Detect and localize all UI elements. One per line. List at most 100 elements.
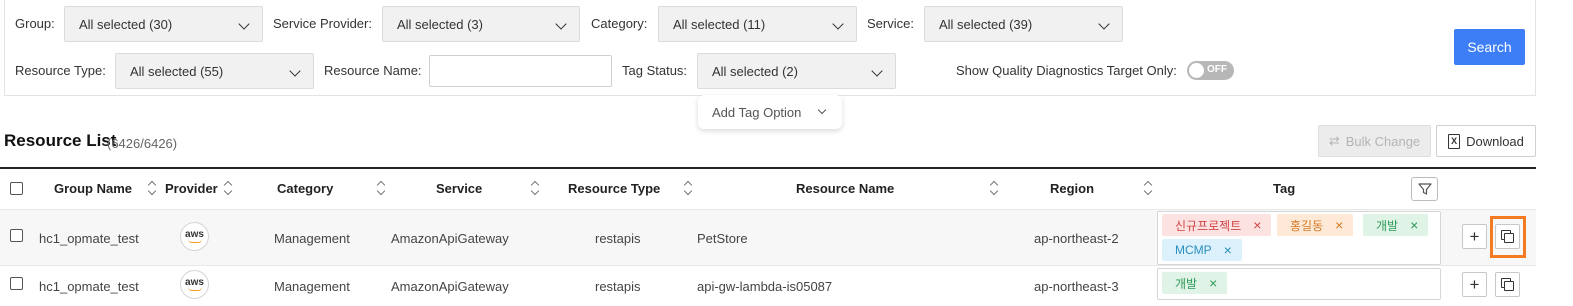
tag-container[interactable]: 신규프로젝트 × 홍길동 × 개발 × MCMP ×: [1157, 211, 1441, 265]
quality-diagnostics-label: Show Quality Diagnostics Target Only:: [956, 63, 1177, 78]
tag-label: MCMP: [1175, 243, 1212, 257]
row-checkbox[interactable]: [10, 229, 23, 242]
category-select[interactable]: All selected (11): [658, 6, 857, 42]
resource-list-count: (6426/6426): [107, 136, 178, 151]
toggle-knob: [1189, 63, 1204, 78]
tag-label: 개발: [1175, 276, 1198, 291]
copy-icon: [1501, 278, 1514, 291]
highlight-box: [1490, 216, 1526, 258]
excel-icon: X: [1448, 133, 1461, 149]
remove-tag-icon[interactable]: ×: [1335, 218, 1343, 232]
column-header-tag: Tag: [1273, 181, 1296, 196]
copy-button[interactable]: [1495, 272, 1520, 297]
service-provider-select[interactable]: All selected (3): [382, 6, 580, 42]
category-filter-label: Category:: [591, 16, 648, 31]
resource-name-cell: api-gw-lambda-is05087: [697, 279, 833, 294]
chevron-down-icon: [1098, 18, 1110, 30]
tag-label: 개발: [1376, 218, 1399, 233]
tag-status-select[interactable]: All selected (2): [697, 53, 896, 89]
service-cell: AmazonApiGateway: [391, 231, 509, 246]
tag-chip: 개발 ×: [1162, 272, 1228, 294]
column-header-provider[interactable]: Provider: [165, 181, 218, 196]
sort-icon[interactable]: [684, 180, 692, 196]
add-tag-option-label: Add Tag Option: [712, 104, 802, 120]
sort-icon[interactable]: [148, 180, 156, 196]
add-tag-option-button[interactable]: Add Tag Option: [698, 95, 842, 129]
service-provider-filter-label: Service Provider:: [273, 16, 372, 31]
sort-icon[interactable]: [224, 180, 232, 196]
provider-logo-text: aws: [185, 277, 204, 288]
category-select-value: All selected (11): [673, 16, 766, 32]
group-name-cell: hc1_opmate_test: [39, 231, 139, 246]
resource-name-cell: PetStore: [697, 231, 748, 246]
plus-icon: +: [1469, 226, 1480, 246]
column-header-region[interactable]: Region: [1050, 181, 1094, 196]
tag-label: 홍길동: [1290, 218, 1324, 233]
remove-tag-icon[interactable]: ×: [1224, 243, 1232, 257]
resource-name-input[interactable]: [429, 55, 612, 87]
tag-chip: 개발 ×: [1363, 214, 1429, 236]
search-button[interactable]: Search: [1454, 29, 1525, 65]
resource-type-filter-label: Resource Type:: [15, 63, 106, 78]
column-header-resource-name[interactable]: Resource Name: [796, 181, 894, 196]
resource-type-select-value: All selected (55): [130, 63, 224, 79]
tag-status-filter-label: Tag Status:: [622, 63, 688, 78]
download-button[interactable]: X Download: [1436, 125, 1536, 157]
aws-logo-icon: aws: [180, 222, 209, 251]
tag-status-select-value: All selected (2): [712, 63, 798, 79]
sort-icon[interactable]: [990, 180, 998, 196]
region-cell: ap-northeast-3: [1034, 279, 1119, 294]
select-all-checkbox[interactable]: [10, 182, 23, 195]
download-label: Download: [1466, 133, 1524, 149]
resource-list-title: Resource List: [4, 131, 117, 150]
provider-logo-text: aws: [185, 229, 204, 240]
column-header-group-name[interactable]: Group Name: [54, 181, 132, 196]
sort-icon[interactable]: [1144, 180, 1152, 196]
row-checkbox[interactable]: [10, 277, 23, 290]
sort-icon[interactable]: [377, 180, 385, 196]
tag-container[interactable]: 개발 ×: [1157, 268, 1441, 300]
plus-icon: +: [1469, 274, 1480, 294]
chevron-down-icon: [817, 105, 827, 115]
table-header-divider: [0, 167, 1536, 169]
add-button[interactable]: +: [1462, 272, 1487, 297]
region-cell: ap-northeast-2: [1034, 231, 1119, 246]
swap-arrows-icon: ⇄: [1328, 133, 1340, 148]
aws-logo-icon: aws: [180, 270, 209, 299]
group-select-value: All selected (30): [79, 16, 173, 32]
remove-tag-icon[interactable]: ×: [1410, 218, 1418, 232]
resource-type-cell: restapis: [595, 231, 641, 246]
add-button[interactable]: +: [1462, 224, 1487, 249]
service-filter-label: Service:: [867, 16, 914, 31]
column-header-category[interactable]: Category: [277, 181, 333, 196]
service-select[interactable]: All selected (39): [924, 6, 1123, 42]
group-filter-label: Group:: [15, 16, 55, 31]
toggle-state-text: OFF: [1207, 64, 1227, 75]
quality-diagnostics-toggle[interactable]: OFF: [1187, 61, 1234, 80]
group-name-cell: hc1_opmate_test: [39, 279, 139, 294]
aws-smile-icon: [187, 287, 202, 291]
tag-chip: 홍길동 ×: [1277, 214, 1354, 236]
column-header-resource-type[interactable]: Resource Type: [568, 181, 660, 196]
filter-icon: [1418, 183, 1432, 195]
remove-tag-icon[interactable]: ×: [1209, 276, 1217, 290]
aws-smile-icon: [187, 239, 202, 243]
column-header-service[interactable]: Service: [436, 181, 482, 196]
resource-type-select[interactable]: All selected (55): [115, 53, 314, 89]
chevron-down-icon: [555, 18, 567, 30]
bulk-change-button[interactable]: ⇄ Bulk Change: [1318, 125, 1431, 157]
service-cell: AmazonApiGateway: [391, 279, 509, 294]
category-cell: Management: [274, 231, 350, 246]
tag-filter-button[interactable]: [1411, 177, 1438, 201]
bulk-change-label: Bulk Change: [1345, 133, 1421, 149]
tag-chip: MCMP ×: [1162, 239, 1242, 261]
row-divider: [0, 265, 1536, 266]
chevron-down-icon: [832, 18, 844, 30]
tag-label: 신규프로젝트: [1175, 218, 1242, 233]
service-provider-select-value: All selected (3): [397, 16, 483, 32]
service-select-value: All selected (39): [939, 16, 1033, 32]
resource-type-cell: restapis: [595, 279, 641, 294]
sort-icon[interactable]: [531, 180, 539, 196]
group-select[interactable]: All selected (30): [64, 6, 263, 42]
remove-tag-icon[interactable]: ×: [1253, 218, 1261, 232]
